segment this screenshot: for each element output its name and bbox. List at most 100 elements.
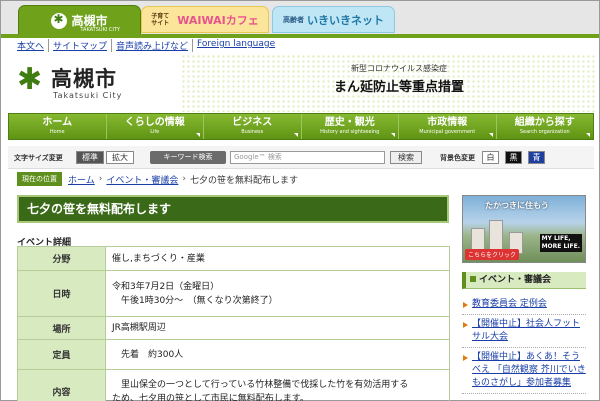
banner-click-label: こちらをクリック	[465, 249, 520, 260]
breadcrumb-category[interactable]: イベント・審議会	[106, 173, 178, 186]
nav-business-en: Business	[241, 129, 264, 135]
table-row: 内容 里山保全の一つとして行っている竹林整備で伐採した竹を有効活用する ため、七…	[17, 369, 450, 401]
search-button[interactable]: 検索	[390, 151, 422, 164]
breadcrumb-home[interactable]: ホーム	[68, 173, 95, 186]
nav-history[interactable]: 歴史・観光 History and sightseeing	[301, 114, 399, 139]
search-input[interactable]: Google™ 検索	[230, 151, 385, 164]
breadcrumb-here-label: 現在の位置	[17, 172, 62, 186]
nav-business[interactable]: ビジネス Business	[204, 114, 302, 139]
nav-organization-label: 組織から探す	[514, 117, 575, 128]
dropdown-arrow-icon	[196, 133, 200, 137]
nav-life[interactable]: くらしの情報 Life	[106, 114, 204, 139]
site-logo[interactable]: ✱ 高槻市 Takatsuki City	[17, 63, 137, 105]
list-item: 【開催中止】あくあ！そうべえ 「自然観察 芥川でいきものさがし」参加者募集	[462, 348, 586, 394]
tab-ikiiki-small: 高齢者	[283, 15, 304, 24]
sidebar-event-link[interactable]: 【開催中止】あくあ！そうべえ 「自然観察 芥川でいきものさがし」参加者募集	[472, 352, 586, 388]
logo-name: 高槻市	[51, 67, 117, 91]
font-size-large-button[interactable]: 拡大	[106, 151, 134, 164]
link-accessibility[interactable]: 音声読み上げなど	[111, 39, 192, 52]
breadcrumb-separator: ›	[182, 174, 186, 184]
banner-tagline-line: MORE LIFE.	[541, 243, 580, 250]
row-label: 分野	[17, 246, 106, 271]
tab-waiwai-label: WAIWAIカフェ	[177, 13, 259, 27]
bg-white-button[interactable]: 白	[482, 151, 499, 164]
sidebar-event-list: 教育委員会 定例会 【開催中止】社会人フットサル大会 【開催中止】あくあ！そうべ…	[462, 295, 586, 394]
page-title: 七夕の笹を無料配布します	[17, 195, 449, 223]
square-bullet-icon	[470, 276, 476, 282]
bg-color-label: 背景色変更	[440, 154, 475, 162]
row-label: 場所	[17, 316, 106, 340]
dropdown-arrow-icon	[488, 133, 493, 137]
nav-municipal-en: Municipal government	[419, 129, 476, 135]
nav-life-en: Life	[150, 129, 160, 135]
nav-history-label: 歴史・観光	[324, 117, 375, 128]
tab-takatsuki-sub: TAKATSUKI CITY	[80, 27, 120, 33]
global-nav: ホーム Home くらしの情報 Life ビジネス Business 歴史・観光…	[8, 113, 594, 140]
tab-takatsuki[interactable]: 高槻市 TAKATSUKI CITY	[18, 5, 141, 35]
banner-tagline: MY LIFE, MORE LIFE.	[539, 234, 582, 252]
tab-waiwai-small: 子育て サイト	[151, 12, 170, 27]
nav-organization-en: Search organization	[519, 129, 570, 135]
row-value: JR高槻駅周辺	[105, 316, 450, 340]
font-size-standard-button[interactable]: 標準	[76, 151, 104, 164]
row-value-line: JR高槻駅周辺	[112, 323, 166, 333]
row-value-line: 里山保全の一つとして行っている竹林整備で伐採した竹を有効活用する	[112, 379, 409, 390]
covid-notice-main: まん延防止等重点措置	[333, 80, 464, 95]
list-item: 【開催中止】社会人フットサル大会	[462, 315, 586, 348]
link-skip-to-content[interactable]: 本文へ	[17, 39, 48, 52]
link-sitemap[interactable]: サイトマップ	[48, 39, 111, 52]
font-size-label: 文字サイズ変更	[14, 154, 63, 162]
nav-home-label: ホーム	[42, 117, 73, 128]
row-value: 催し,まちづくり・産業	[105, 246, 450, 271]
list-item: 教育委員会 定例会	[462, 295, 586, 315]
row-value-line: 先着 約300人	[112, 349, 184, 360]
nav-organization[interactable]: 組織から探す Search organization	[496, 114, 593, 139]
banner-tagline-line: MY LIFE,	[541, 235, 571, 242]
nav-home[interactable]: ホーム Home	[9, 114, 107, 139]
nav-history-en: History and sightseeing	[320, 129, 380, 135]
tab-ikiiki-net[interactable]: 高齢者 いきいきネット	[272, 6, 395, 33]
banner-title: たかつきに住もう	[485, 201, 549, 210]
row-value: 里山保全の一つとして行っている竹林整備で伐採した竹を有効活用する ため、七夕用の…	[105, 369, 450, 401]
dropdown-arrow-icon	[586, 133, 590, 137]
breadcrumb: 現在の位置 ホーム › イベント・審議会 › 七夕の笹を無料配布します	[17, 172, 298, 186]
breadcrumb-separator: ›	[98, 174, 103, 184]
dropdown-arrow-icon	[391, 133, 395, 137]
logo-roman: Takatsuki City	[53, 91, 123, 100]
nav-municipal[interactable]: 市政情報 Municipal government	[399, 114, 497, 139]
nav-home-en: Home	[49, 129, 65, 135]
sidebar-heading: イベント・審議会	[462, 272, 586, 289]
dropdown-arrow-icon	[293, 133, 298, 137]
table-row: 分野 催し,まちづくり・産業	[17, 246, 450, 271]
row-label: 日時	[17, 270, 106, 317]
covid-notice-sub: 新型コロナウイルス感染症	[351, 64, 447, 73]
nav-municipal-label: 市政情報	[427, 117, 468, 128]
city-emblem-icon: ✱	[17, 62, 43, 97]
tab-waiwai-cafe[interactable]: 子育て サイト WAIWAIカフェ	[141, 6, 269, 33]
tab-ikiiki-label: いきいきネット	[307, 13, 384, 27]
row-value-line: 令和3年7月2日（金曜日）	[112, 281, 220, 292]
row-value-line: 午後1時30分～ （無くなり次第終了）	[112, 295, 278, 306]
bg-blue-button[interactable]: 青	[528, 151, 545, 164]
table-row: 場所 JR高槻駅周辺	[17, 316, 450, 340]
table-row: 定員 先着 約300人	[17, 339, 450, 370]
row-value: 令和3年7月2日（金曜日） 午後1時30分～ （無くなり次第終了）	[105, 270, 450, 317]
row-value: 先着 約300人	[105, 339, 450, 370]
bg-black-button[interactable]: 黒	[505, 151, 522, 164]
city-seal-icon	[51, 12, 68, 29]
table-row: 日時 令和3年7月2日（金曜日） 午後1時30分～ （無くなり次第終了）	[17, 270, 450, 317]
row-label: 内容	[17, 369, 106, 401]
breadcrumb-current: 七夕の笹を無料配布します	[189, 175, 298, 186]
keyword-search-label: キーワード検索	[150, 151, 226, 164]
event-details-table: 分野 催し,まちづくり・産業 日時 令和3年7月2日（金曜日） 午後1時30分～…	[17, 246, 450, 401]
link-foreign-language[interactable]: Foreign language	[192, 39, 279, 52]
nav-life-label: くらしの情報	[124, 117, 185, 128]
nav-business-label: ビジネス	[232, 117, 273, 128]
sidebar-event-link[interactable]: 【開催中止】社会人フットサル大会	[472, 319, 580, 342]
sidebar-event-link[interactable]: 教育委員会 定例会	[472, 299, 547, 309]
row-label: 定員	[17, 339, 106, 370]
covid-notice[interactable]: 新型コロナウイルス感染症 まん延防止等重点措置	[319, 63, 479, 95]
row-value-line: 催し,まちづくり・産業	[112, 253, 205, 264]
live-in-takatsuki-banner[interactable]: たかつきに住もう MY LIFE, MORE LIFE. こちらをクリック	[462, 195, 586, 263]
sidebar-heading-label: イベント・審議会	[479, 275, 552, 285]
